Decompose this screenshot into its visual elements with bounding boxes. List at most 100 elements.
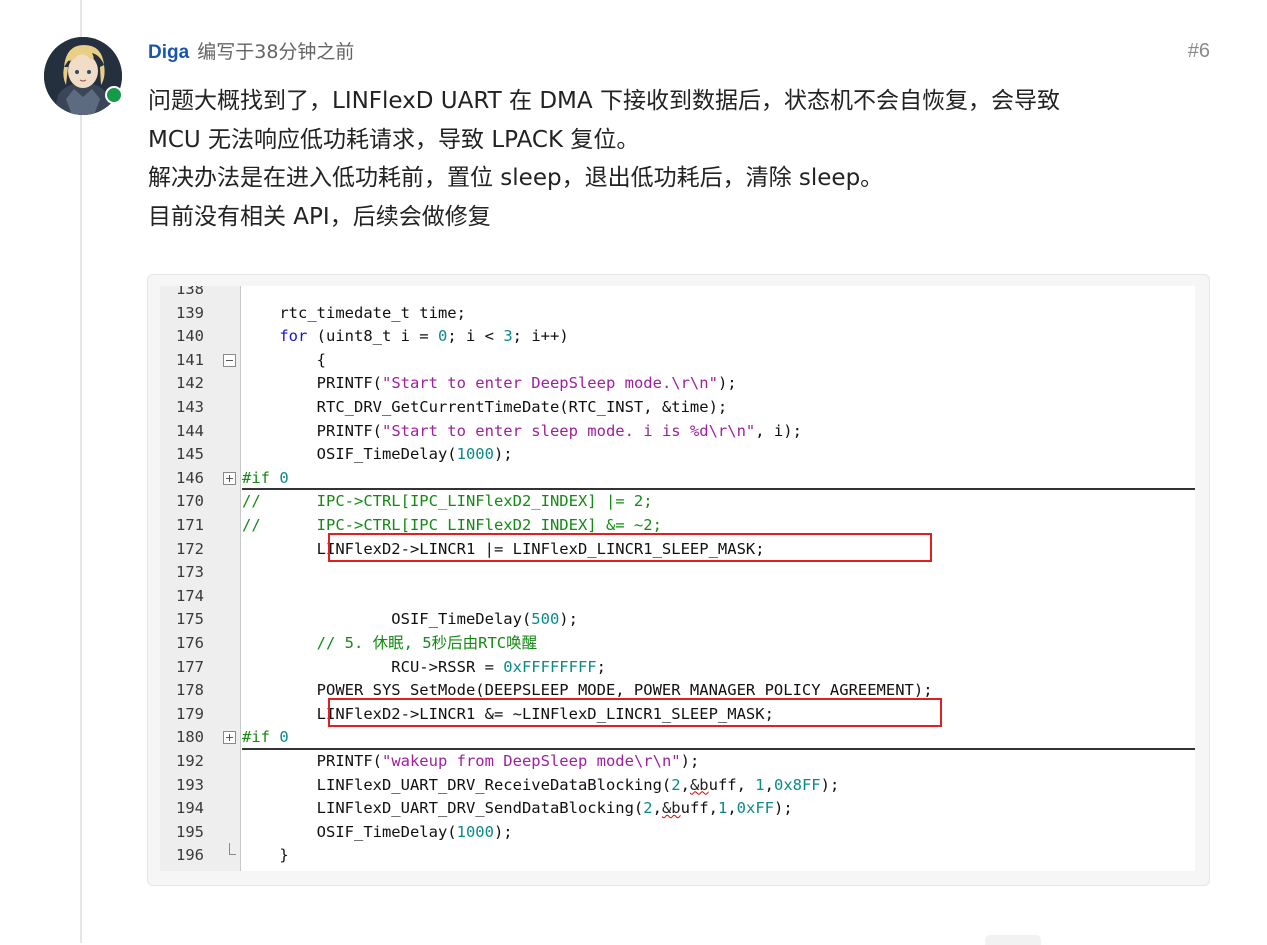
post-body-line: 问题大概找到了，LINFlexD UART 在 DMA 下接收到数据后，状态机不… xyxy=(148,88,1060,114)
code-text: OSIF_TimeDelay(1000); xyxy=(242,820,513,844)
line-number: 172 xyxy=(176,539,204,558)
code-line: 177 RCU->RSSR = 0xFFFFFFFF; xyxy=(160,655,1195,679)
code-token: RTC_DRV_GetCurrentTimeDate(RTC_INST, &ti… xyxy=(242,398,728,416)
line-number: 192 xyxy=(176,752,204,770)
code-screenshot[interactable]: 138 139 rtc_timedate_t time; 140 for (uint… xyxy=(160,286,1195,871)
line-number: 144 xyxy=(176,421,204,440)
code-text: #if 0 xyxy=(242,466,289,490)
code-token: ; i++) xyxy=(512,327,569,346)
code-line: 140 for (uint8_t i = 0; i < 3; i++) xyxy=(160,324,1195,348)
line-number: 195 xyxy=(176,822,204,841)
code-token: ; i < xyxy=(447,327,504,346)
line-number: 171 xyxy=(176,516,204,534)
code-token: "Start to enter DeepSleep mode.\r\n" xyxy=(381,374,718,393)
code-line: 144 PRINTF("Start to enter sleep mode. i… xyxy=(160,419,1195,443)
code-token: ); xyxy=(680,752,700,770)
code-token: 1000 xyxy=(456,822,494,841)
code-token: 2 xyxy=(671,775,681,794)
code-text: for (uint8_t i = 0; i < 3; i++) xyxy=(242,324,569,348)
code-token: ); xyxy=(717,374,737,393)
avatar[interactable] xyxy=(44,37,123,115)
line-number: 141 xyxy=(176,350,204,369)
line-number: 180 xyxy=(176,728,204,747)
post-body-line: MCU 无法响应低功耗请求，导致 LPACK 复位。 xyxy=(148,126,640,153)
post-body: 问题大概找到了，LINFlexD UART 在 DMA 下接收到数据后，状态机不… xyxy=(148,82,1060,236)
code-token: 0xFF xyxy=(736,799,774,818)
code-token: uff, xyxy=(708,775,756,794)
code-line: 141 { xyxy=(160,348,1195,372)
code-line: 143 RTC_DRV_GetCurrentTimeDate(RTC_INST,… xyxy=(160,395,1195,419)
code-token: ); xyxy=(559,610,578,629)
collapse-fold-icon[interactable] xyxy=(223,353,236,367)
code-token: #if xyxy=(242,728,280,747)
code-token: 0xFFFFFFFF xyxy=(503,657,597,676)
code-token: PRINTF( xyxy=(242,374,382,393)
code-token: "Start to enter sleep mode. i is %d\r\n" xyxy=(381,421,756,440)
expand-fold-icon[interactable] xyxy=(223,731,236,745)
code-line: 173 xyxy=(160,560,1195,584)
code-line: 175 OSIF_TimeDelay(500); xyxy=(160,607,1195,631)
code-token: LINFlexD_UART_DRV_SendDataBlocking( xyxy=(242,799,644,818)
post-body-line: 目前没有相关 API，后续会做修复 xyxy=(148,203,491,230)
code-line: 138 xyxy=(160,286,1195,301)
code-token: // IPC->CTRL[IPC_LINFlexD2_INDEX] &= ~2; xyxy=(242,516,662,534)
line-number: 178 xyxy=(176,681,204,700)
line-number: 139 xyxy=(176,303,204,322)
line-number: 177 xyxy=(176,657,204,676)
post-number-link[interactable]: #6 xyxy=(1188,40,1210,63)
line-number: 193 xyxy=(176,775,204,794)
code-token: #if xyxy=(242,468,280,487)
code-line: 145 OSIF_TimeDelay(1000); xyxy=(160,442,1195,466)
code-token: 1 xyxy=(717,799,728,818)
code-line: 142 PRINTF("Start to enter DeepSleep mod… xyxy=(160,371,1195,395)
code-line: 193 LINFlexD_UART_DRV_ReceiveDataBlockin… xyxy=(160,773,1195,797)
code-token: 0 xyxy=(279,728,289,747)
code-token: PRINTF( xyxy=(242,752,382,770)
code-token: LINFlexD_UART_DRV_ReceiveDataBlocking( xyxy=(242,775,672,794)
line-number: 174 xyxy=(176,586,204,605)
code-line: 180 #if 0 xyxy=(160,725,1195,749)
code-text: #if 0 xyxy=(242,725,289,749)
code-text: OSIF_TimeDelay(1000); xyxy=(242,442,513,466)
code-text: // IPC->CTRL[IPC_LINFlexD2_INDEX] |= 2; xyxy=(242,489,653,513)
code-text: RCU->RSSR = 0xFFFFFFFF; xyxy=(242,655,606,679)
code-token: 0x8FF xyxy=(773,775,821,794)
line-number: 196 xyxy=(176,846,204,865)
code-token: , xyxy=(680,775,690,794)
online-status-dot xyxy=(105,86,123,104)
line-number: 173 xyxy=(176,563,204,582)
code-token: OSIF_TimeDelay( xyxy=(242,445,457,464)
code-text: LINFlexD_UART_DRV_ReceiveDataBlocking(2,… xyxy=(242,773,840,797)
highlight-box xyxy=(328,532,932,563)
author-name[interactable]: Diga xyxy=(148,42,189,63)
code-text: PRINTF("Start to enter DeepSleep mode.\r… xyxy=(242,371,737,395)
code-token: OSIF_TimeDelay( xyxy=(242,822,457,841)
line-number: 142 xyxy=(176,374,204,393)
code-token: "wakeup from DeepSleep mode\r\n" xyxy=(381,752,681,770)
expand-fold-icon[interactable] xyxy=(223,471,236,485)
post-time[interactable]: 编写于38分钟之前 xyxy=(197,41,354,63)
code-token: for xyxy=(279,327,308,346)
line-number: 146 xyxy=(176,468,204,487)
line-number: 194 xyxy=(176,799,204,818)
highlight-box xyxy=(328,697,942,728)
code-token: ); xyxy=(493,445,513,464)
code-token: &b xyxy=(689,775,709,794)
post-body-line: 解决办法是在进入低功耗前，置位 sleep，退出低功耗后，清除 sleep。 xyxy=(148,165,884,191)
code-line: 192 PRINTF("wakeup from DeepSleep mode\r… xyxy=(160,749,1195,773)
code-token: 0 xyxy=(279,468,289,487)
code-token: uff, xyxy=(680,799,718,818)
code-token: POWER_SYS_SetMode(DEEPSLEEP_MODE, POWER_… xyxy=(242,681,933,700)
line-number: 140 xyxy=(176,327,204,346)
code-token: 2 xyxy=(643,799,653,818)
line-number: 143 xyxy=(176,398,204,416)
code-token: OSIF_TimeDelay( xyxy=(242,610,532,629)
thread-line xyxy=(80,0,82,943)
code-token: rtc_timedate_t time; xyxy=(242,303,466,322)
line-number: 179 xyxy=(176,704,204,723)
code-token: PRINTF( xyxy=(242,421,382,440)
code-token: RCU->RSSR = xyxy=(242,657,504,676)
code-token: ); xyxy=(493,822,513,841)
code-text: OSIF_TimeDelay(500); xyxy=(242,607,578,631)
